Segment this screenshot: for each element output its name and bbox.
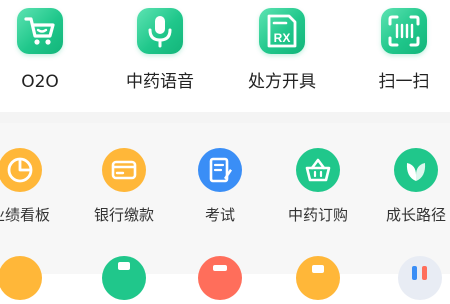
next-row-icon-5[interactable]: [398, 256, 442, 300]
performance-board-item[interactable]: 业绩看板: [0, 148, 60, 238]
tcm-voice-label: 中药语音: [126, 72, 194, 92]
herb-basket-icon: [296, 148, 340, 192]
next-row-icon-2[interactable]: [102, 256, 146, 300]
growth-path-label: 成长路径: [385, 206, 446, 224]
shopping-cart-icon: [17, 8, 63, 54]
pie-chart-icon: [0, 148, 42, 192]
prescription-rx-icon: RX: [259, 8, 305, 54]
microphone-icon: [137, 8, 183, 54]
prescription-label: 处方开具: [248, 72, 316, 92]
scan-barcode-icon: [381, 8, 427, 54]
scan-shortcut[interactable]: 扫一扫: [354, 6, 450, 106]
growth-path-item[interactable]: 成长路径: [376, 148, 450, 238]
svg-text:RX: RX: [274, 31, 291, 45]
leaf-icon: [394, 148, 438, 192]
next-row-icon-1[interactable]: [0, 256, 42, 300]
next-row-icon-3[interactable]: [198, 256, 242, 300]
next-row-icon-4[interactable]: [296, 256, 340, 300]
exam-document-icon: [198, 148, 242, 192]
scan-label: 扫一扫: [378, 72, 430, 92]
section-divider: [0, 112, 450, 123]
bank-card-icon: [102, 148, 146, 192]
bank-payment-item[interactable]: 银行缴款: [84, 148, 164, 238]
prescription-shortcut[interactable]: RX 处方开具: [232, 6, 332, 106]
tcm-voice-shortcut[interactable]: 中药语音: [110, 6, 210, 106]
herb-order-item[interactable]: 中药订购: [278, 148, 358, 238]
o2o-label: O2O: [21, 72, 59, 92]
o2o-shortcut[interactable]: O2O: [0, 6, 90, 106]
exam-item[interactable]: 考试: [180, 148, 260, 238]
